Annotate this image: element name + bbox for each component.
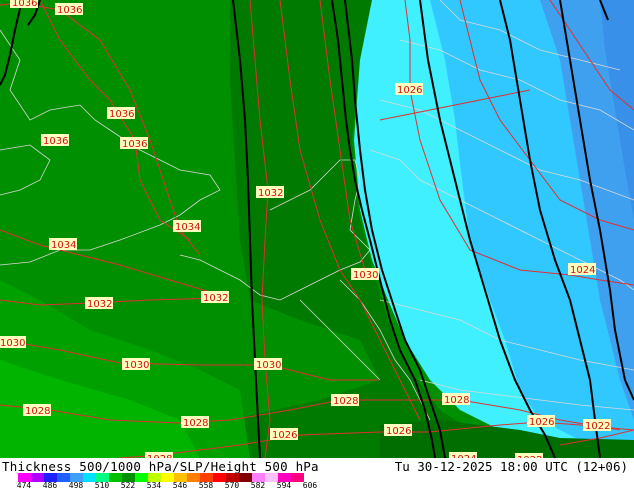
isobar-label: 1036 [57, 5, 82, 16]
isobar-label: 1028 [183, 418, 208, 429]
colorbar-tick-label: 474 [16, 481, 32, 490]
colorbar-tick-label: 594 [276, 481, 292, 490]
colorbar-tick-label: 582 [250, 481, 266, 490]
colorbar-tick-label: 558 [198, 481, 214, 490]
isobar-label: 1034 [175, 222, 200, 233]
colorbar-ticks: 474 486 498 510 522 534 546 558 570 582 594 606 [16, 481, 338, 490]
colorbar-tick-label: 498 [68, 481, 84, 490]
isobar-label: 1036 [43, 136, 68, 147]
isobar-label: 1036 [122, 139, 147, 150]
isobar-label: 1028 [333, 396, 358, 407]
isobar-label: 1026 [272, 430, 297, 441]
isobar-label: 1032 [87, 299, 112, 310]
weather-map: 1036 1036 1036 1036 1036 1032 1034 1034 … [0, 0, 634, 458]
isobar-label: 1030 [0, 338, 25, 349]
colorbar-tick-label: 546 [172, 481, 188, 490]
colorbar-tick-label: 534 [146, 481, 162, 490]
isobar-label: 1030 [353, 270, 378, 281]
isobar-label: 1026 [529, 417, 554, 428]
colorbar-tick-label: 606 [302, 481, 318, 490]
isobar-label: 1032 [203, 293, 228, 304]
isobar-label: 1026 [386, 426, 411, 437]
isobar-label: 1030 [256, 360, 281, 371]
isobar-label: 1028 [25, 406, 50, 417]
isobar-label: 1026 [397, 85, 422, 96]
isobar-label: 1032 [258, 188, 283, 199]
colorbar-tick-label: 570 [224, 481, 240, 490]
isobar-label: 1022 [585, 421, 610, 432]
isobar-label: 1030 [124, 360, 149, 371]
isobar-label: 1034 [51, 240, 76, 251]
isobar-label: 1024 [570, 265, 595, 276]
isobar-label: 1028 [444, 395, 469, 406]
map-title: Thickness 500/1000 hPa/SLP/Height 500 hP… [2, 459, 319, 474]
map-footer: Thickness 500/1000 hPa/SLP/Height 500 hP… [0, 458, 634, 490]
colorbar-tick-label: 510 [94, 481, 110, 490]
colorbar-tick-label: 522 [120, 481, 136, 490]
colorbar-tick-label: 486 [42, 481, 58, 490]
isobar-label: 1036 [109, 109, 134, 120]
isobar-label: 1036 [12, 0, 37, 9]
map-canvas: 1036 1036 1036 1036 1036 1032 1034 1034 … [0, 0, 634, 458]
valid-time: Tu 30-12-2025 18:00 UTC (12+06) [394, 459, 628, 474]
